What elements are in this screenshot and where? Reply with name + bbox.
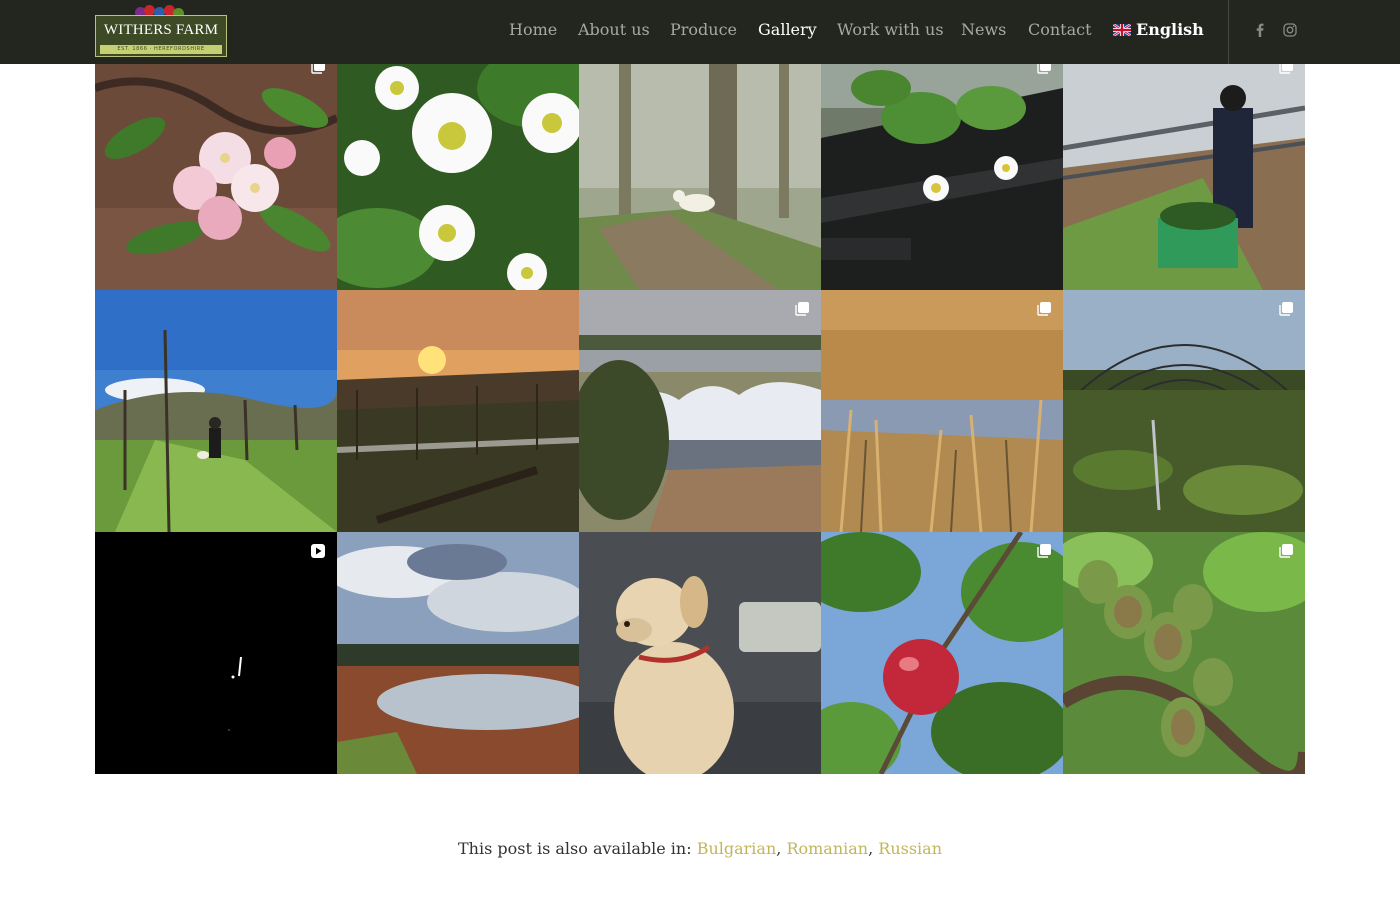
nav-contact[interactable]: Contact: [1028, 20, 1092, 39]
translations-prefix: This post is also available in:: [457, 839, 692, 858]
photo-red-apple: [821, 532, 1063, 774]
multi-image-icon: [1279, 302, 1293, 316]
gallery-tile-apple-blossom[interactable]: [95, 48, 337, 290]
multi-image-icon: [1037, 544, 1051, 558]
photo-apple-blossom: [95, 48, 337, 290]
brand-name: WITHERS FARM: [103, 22, 219, 38]
translations-notice: This post is also available in: Bulgaria…: [457, 839, 942, 858]
gallery-tile-labrador[interactable]: [579, 532, 821, 774]
multi-image-icon: [795, 302, 809, 316]
gallery-tile-kiwi-berries[interactable]: [1063, 532, 1305, 774]
instagram-icon[interactable]: [1282, 22, 1298, 38]
gallery-tile-polytunnel-worker[interactable]: [1063, 48, 1305, 290]
gallery-tile-orchard-sunset[interactable]: [337, 290, 579, 532]
nav-work-with-us[interactable]: Work with us: [837, 20, 944, 39]
gallery-tile-lake-reeds[interactable]: [821, 290, 1063, 532]
nav-divider: [1228, 0, 1229, 64]
gallery-tile-strawberry-flowers[interactable]: [337, 48, 579, 290]
photo-polytunnel-frame: [1063, 290, 1305, 532]
nav-home[interactable]: Home: [509, 20, 557, 39]
gallery-tile-woodland-dog[interactable]: [579, 48, 821, 290]
photo-labrador: [579, 532, 821, 774]
photo-orchard-walk: [95, 290, 337, 532]
photo-woodland-dog: [579, 48, 821, 290]
photo-polytunnel-worker: [1063, 48, 1305, 290]
photo-strawberry-growbag: [821, 48, 1063, 290]
photo-snow-polytunnels: [579, 290, 821, 532]
site-header: WITHERS FARM EST. 1866 · HEREFORDSHIRE H…: [0, 0, 1400, 64]
translation-link-bulgarian[interactable]: Bulgarian: [697, 839, 777, 858]
photo-kiwi-berries: [1063, 532, 1305, 774]
photo-orchard-sunset: [337, 290, 579, 532]
gallery-tile-strawberry-growbag[interactable]: [821, 48, 1063, 290]
logo-plate: WITHERS FARM EST. 1866 · HEREFORDSHIRE: [95, 15, 227, 57]
gallery-tile-video[interactable]: [95, 532, 337, 774]
brand-tagline: EST. 1866 · HEREFORDSHIRE: [100, 45, 222, 54]
facebook-icon[interactable]: [1252, 22, 1268, 38]
multi-image-icon: [1037, 302, 1051, 316]
translation-link-romanian[interactable]: Romanian: [786, 839, 868, 858]
nav-news[interactable]: News: [961, 20, 1006, 39]
gallery-tile-polytunnel-frame[interactable]: [1063, 290, 1305, 532]
gallery-tile-snow-polytunnels[interactable]: [579, 290, 821, 532]
multi-image-icon: [1279, 544, 1293, 558]
photo-reservoir: [337, 532, 579, 774]
uk-flag-icon: [1113, 24, 1131, 36]
gallery-tile-reservoir[interactable]: [337, 532, 579, 774]
site-logo[interactable]: WITHERS FARM EST. 1866 · HEREFORDSHIRE: [95, 5, 227, 57]
nav-produce[interactable]: Produce: [670, 20, 737, 39]
instagram-gallery: [95, 48, 1305, 774]
video-play-icon: [311, 544, 325, 558]
photo-video-thumbnail: [95, 532, 337, 774]
language-label: English: [1136, 20, 1204, 39]
nav-about-us[interactable]: About us: [578, 20, 650, 39]
language-switcher[interactable]: English: [1113, 20, 1204, 39]
translation-link-russian[interactable]: Russian: [878, 839, 942, 858]
photo-lake-reeds: [821, 290, 1063, 532]
nav-gallery[interactable]: Gallery: [758, 20, 817, 39]
gallery-tile-orchard-walk[interactable]: [95, 290, 337, 532]
photo-strawberry-flowers: [337, 48, 579, 290]
gallery-tile-red-apple[interactable]: [821, 532, 1063, 774]
